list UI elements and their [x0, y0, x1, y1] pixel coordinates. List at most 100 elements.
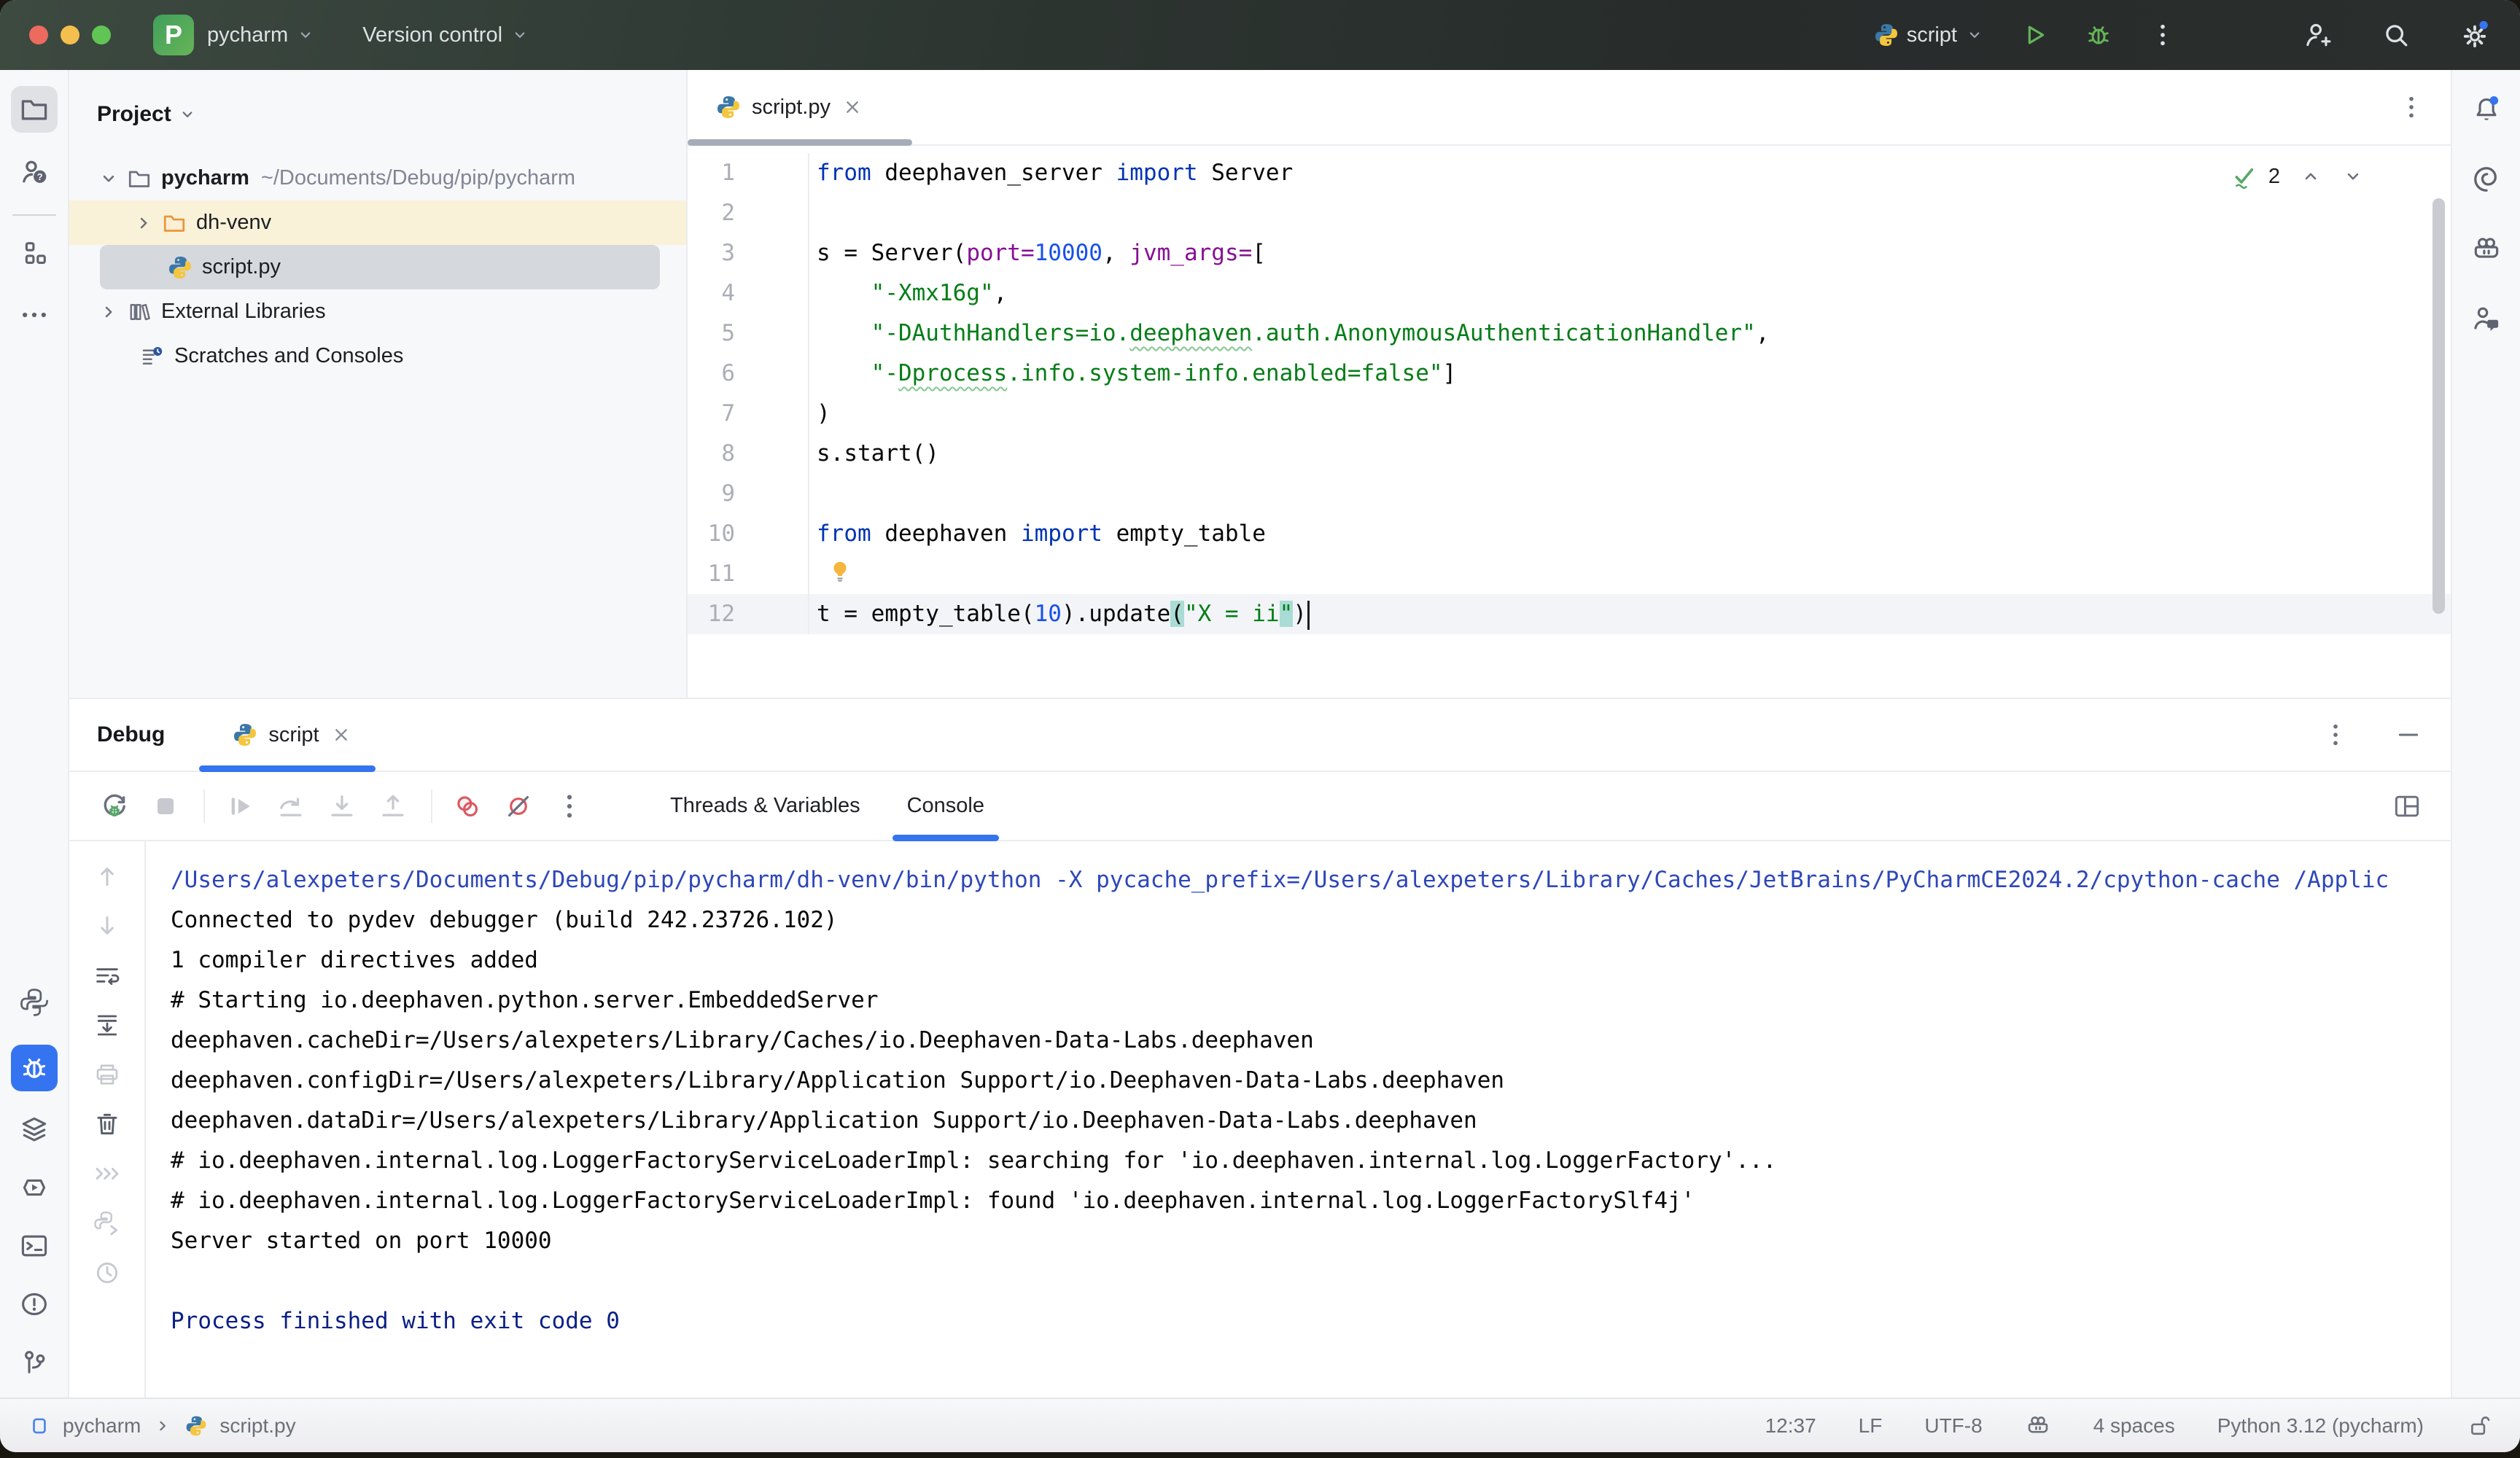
line-number[interactable]: 2	[688, 193, 809, 233]
console-command-line[interactable]: /Users/alexpeters/Documents/Debug/pip/py…	[171, 860, 2451, 900]
up-stack-icon[interactable]	[93, 862, 122, 891]
next-problem-icon[interactable]	[2341, 165, 2365, 188]
services-icon[interactable]	[18, 1172, 50, 1204]
more-actions-icon[interactable]	[2148, 20, 2177, 50]
debug-session-tab[interactable]: script	[232, 699, 352, 771]
python-packages-icon[interactable]	[18, 1113, 50, 1145]
pycharm-logo[interactable]: P	[153, 15, 194, 55]
lock-icon[interactable]	[2466, 1413, 2492, 1439]
notifications-icon[interactable]	[2470, 93, 2502, 125]
line-number[interactable]: 6	[688, 354, 809, 394]
more-toolwindows-icon[interactable]	[18, 299, 50, 331]
cursor-position[interactable]: 12:37	[1765, 1414, 1816, 1438]
close-window-button[interactable]	[29, 26, 48, 44]
rerun-icon[interactable]	[98, 790, 131, 822]
line-number[interactable]: 10	[688, 514, 809, 554]
history-icon[interactable]	[93, 1258, 122, 1287]
close-session-icon[interactable]	[330, 723, 353, 746]
line-number[interactable]: 7	[688, 394, 809, 434]
tab-threads-variables[interactable]: Threads & Variables	[647, 772, 884, 840]
code-line: 4 "-Xmx16g",	[688, 273, 2451, 313]
zoom-window-button[interactable]	[92, 26, 111, 44]
layout-settings-icon[interactable]	[2391, 790, 2423, 822]
hide-panel-icon[interactable]	[2394, 720, 2423, 749]
assistant-status-icon[interactable]	[2025, 1413, 2051, 1439]
debug-options-icon[interactable]	[2321, 720, 2350, 749]
terminal-icon[interactable]	[18, 1230, 50, 1262]
problems-icon[interactable]	[18, 1288, 50, 1320]
previous-problem-icon[interactable]	[2299, 165, 2322, 188]
vcs-menu-button[interactable]: Version control	[362, 23, 530, 47]
step-out-icon[interactable]	[377, 790, 409, 822]
tree-item-pycharm[interactable]: pycharm ~/Documents/Debug/pip/pycharm	[69, 156, 686, 200]
learn-icon[interactable]: ?	[18, 156, 50, 188]
file-encoding[interactable]: UTF-8	[1924, 1414, 1982, 1438]
mute-breakpoints-icon[interactable]	[502, 790, 534, 822]
tab-console[interactable]: Console	[884, 772, 1008, 840]
line-number[interactable]: 8	[688, 434, 809, 474]
folder-icon	[161, 210, 187, 236]
add-user-icon[interactable]	[2301, 19, 2333, 51]
stop-icon[interactable]	[149, 790, 182, 822]
chevron-right-icon[interactable]	[132, 211, 155, 235]
project-panel-header[interactable]: Project	[69, 92, 686, 137]
command-prompt-icon[interactable]	[93, 1159, 122, 1188]
python-console-icon[interactable]	[18, 986, 50, 1018]
debug-more-icon[interactable]	[553, 790, 586, 822]
scroll-to-end-icon[interactable]	[93, 1010, 122, 1040]
python-interpreter[interactable]: Python 3.12 (pycharm)	[2217, 1414, 2424, 1438]
assistant-plugin-icon[interactable]	[2470, 233, 2502, 265]
line-number[interactable]: 11	[688, 554, 809, 594]
project-toolwindow-button[interactable]	[11, 86, 58, 133]
minimize-window-button[interactable]	[61, 26, 79, 44]
line-number[interactable]: 3	[688, 233, 809, 273]
chevron-down-icon[interactable]	[97, 167, 120, 190]
tree-item-dh-venv[interactable]: dh-venv	[69, 200, 686, 245]
resume-icon[interactable]	[224, 790, 256, 822]
console-output[interactable]: /Users/alexpeters/Documents/Debug/pip/py…	[146, 841, 2451, 1397]
code-editor-area[interactable]: 1from deephaven_server import Server23s …	[688, 146, 2451, 698]
line-number[interactable]: 4	[688, 273, 809, 313]
line-number[interactable]: 5	[688, 313, 809, 354]
soft-wrap-icon[interactable]	[93, 961, 122, 990]
version-control-icon[interactable]	[18, 1346, 50, 1379]
line-number[interactable]: 1	[688, 153, 809, 193]
close-tab-icon[interactable]	[841, 95, 864, 119]
debug-toolwindow-button[interactable]	[11, 1045, 58, 1091]
inspections-widget[interactable]: 2	[2231, 162, 2365, 191]
tree-item-external-libraries[interactable]: External Libraries	[69, 289, 686, 334]
python-prompt-icon[interactable]	[93, 1209, 122, 1238]
chevron-right-icon[interactable]	[97, 300, 120, 324]
run-configuration-selector[interactable]: script	[1873, 22, 1985, 48]
editor-tab-bar: script.py	[688, 70, 2451, 146]
line-number[interactable]: 12	[688, 594, 809, 634]
tree-item-script-py[interactable]: script.py	[69, 245, 686, 289]
lightbulb-icon[interactable]	[827, 558, 853, 585]
search-everywhere-icon[interactable]	[2380, 19, 2412, 51]
run-config-label: script	[1907, 23, 1957, 47]
line-separator[interactable]: LF	[1859, 1414, 1883, 1438]
code-with-me-icon[interactable]	[2470, 303, 2502, 335]
main-menu-button[interactable]: pycharm	[207, 23, 316, 47]
editor-scrollbar[interactable]	[2432, 198, 2445, 614]
ai-assistant-icon[interactable]	[2470, 163, 2502, 195]
run-button[interactable]	[2020, 20, 2049, 50]
line-number[interactable]: 9	[688, 474, 809, 514]
down-stack-icon[interactable]	[93, 911, 122, 940]
clear-console-icon[interactable]	[93, 1110, 122, 1139]
breadcrumb: pycharm script.py	[28, 1414, 296, 1438]
debug-button[interactable]	[2084, 20, 2113, 50]
editor-tab-script-py[interactable]: script.py	[688, 70, 886, 144]
indent-setting[interactable]: 4 spaces	[2093, 1414, 2175, 1438]
structure-icon[interactable]	[18, 238, 50, 270]
view-breakpoints-icon[interactable]	[451, 790, 483, 822]
breadcrumb-file[interactable]: script.py	[219, 1414, 295, 1438]
tree-item-scratches[interactable]: Scratches and Consoles	[69, 334, 686, 378]
print-icon[interactable]	[93, 1060, 122, 1089]
console-line: # Starting io.deephaven.python.server.Em…	[171, 981, 2451, 1021]
breadcrumb-project[interactable]: pycharm	[63, 1414, 141, 1438]
step-over-icon[interactable]	[275, 790, 307, 822]
step-into-icon[interactable]	[326, 790, 358, 822]
settings-icon[interactable]	[2459, 19, 2491, 51]
editor-options-icon[interactable]	[2397, 93, 2426, 122]
